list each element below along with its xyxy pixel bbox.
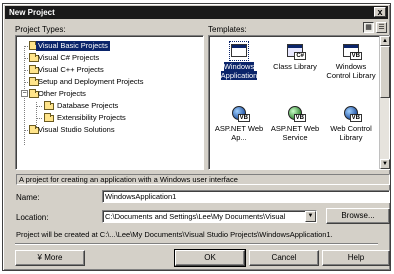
tree-connector — [37, 118, 42, 119]
divider — [15, 243, 378, 245]
location-label: Location: — [16, 213, 49, 222]
tree-item-label: Setup and Deployment Projects — [38, 77, 144, 86]
template-description: A project for creating an application wi… — [16, 174, 390, 185]
templates-list[interactable]: Windows Application C# Class Library VB … — [208, 35, 390, 170]
template-label: ASP.NET Web Ap... — [214, 124, 264, 142]
tree-item-label: Other Projects — [38, 89, 86, 98]
collapse-icon[interactable]: − — [21, 90, 28, 97]
new-project-dialog: New Project x Project Types: Templates: … — [2, 3, 391, 271]
aspnet-web-app-icon: VB — [230, 104, 250, 122]
windows-app-icon — [229, 41, 249, 61]
chevron-down-icon[interactable]: ▼ — [305, 211, 316, 222]
template-web-control-library[interactable]: VB Web Control Library — [323, 104, 379, 142]
tree-item-visual-csharp[interactable]: Visual C# Projects — [20, 53, 200, 63]
tree-item-setup-deployment[interactable]: Setup and Deployment Projects — [20, 77, 200, 87]
scroll-up-icon[interactable]: ▲ — [380, 36, 390, 46]
aspnet-web-service-icon: VB — [286, 104, 306, 122]
ok-button[interactable]: OK — [174, 249, 246, 267]
tree-item-label: Visual Studio Solutions — [38, 125, 115, 134]
more-button[interactable]: ¥ More — [15, 250, 85, 266]
template-label: Class Library — [273, 62, 317, 71]
title-bar: New Project x — [5, 6, 388, 19]
tree-item-label: Visual C++ Projects — [38, 65, 104, 74]
template-label: ASP.NET Web Service — [270, 124, 320, 142]
create-path-note: Project will be created at C:\...\Lee\My… — [16, 230, 333, 239]
web-control-library-icon: VB — [342, 104, 362, 122]
project-types-label: Project Types: — [15, 25, 66, 34]
control-library-icon: VB — [342, 42, 362, 60]
tree-item-label: Visual C# Projects — [38, 53, 100, 62]
template-aspnet-web-app[interactable]: VB ASP.NET Web Ap... — [211, 104, 267, 142]
name-input[interactable]: WindowsApplication1 — [102, 190, 390, 203]
tree-item-visual-studio-solutions[interactable]: Visual Studio Solutions — [20, 125, 200, 135]
name-label: Name: — [16, 193, 40, 202]
tree-item-database-projects[interactable]: Database Projects — [32, 101, 200, 111]
class-library-icon: C# — [286, 42, 306, 60]
template-label: Windows Application — [220, 62, 258, 80]
tree-item-visual-cpp[interactable]: Visual C++ Projects — [20, 65, 200, 75]
tree-connector — [37, 106, 42, 107]
location-combo[interactable]: C:\Documents and Settings\Lee\My Documen… — [102, 210, 317, 223]
close-icon[interactable]: x — [374, 7, 386, 17]
tree-item-visual-basic[interactable]: Visual Basic Projects — [20, 41, 200, 51]
folder-icon — [44, 101, 54, 110]
tree-item-other-projects[interactable]: − Other Projects — [20, 89, 200, 99]
tree-item-label: Extensibility Projects — [57, 113, 126, 122]
template-aspnet-web-service[interactable]: VB ASP.NET Web Service — [267, 104, 323, 142]
project-types-tree[interactable]: Visual Basic Projects Visual C# Projects… — [15, 35, 204, 170]
large-icons-view-icon[interactable]: ▦ — [363, 22, 374, 33]
tree-item-extensibility-projects[interactable]: Extensibility Projects — [32, 113, 200, 123]
help-button[interactable]: Help — [322, 250, 390, 266]
templates-scrollbar[interactable]: ▲ ▼ — [379, 36, 390, 169]
template-windows-application[interactable]: Windows Application — [211, 41, 267, 80]
cancel-button[interactable]: Cancel — [249, 250, 319, 266]
templates-label: Templates: — [208, 25, 247, 34]
folder-icon — [44, 113, 54, 122]
list-view-icon[interactable]: ☰ — [376, 22, 387, 33]
scroll-down-icon[interactable]: ▼ — [380, 159, 390, 169]
template-windows-control-library[interactable]: VB Windows Control Library — [323, 42, 379, 80]
template-class-library[interactable]: C# Class Library — [267, 42, 323, 71]
template-label: Web Control Library — [330, 124, 372, 142]
browse-button[interactable]: Browse... — [326, 208, 390, 224]
tree-item-label: Database Projects — [57, 101, 119, 110]
tree-item-label: Visual Basic Projects — [36, 41, 110, 51]
template-label: Windows Control Library — [326, 62, 376, 80]
dialog-title: New Project — [9, 8, 55, 17]
scroll-thumb[interactable] — [380, 46, 390, 98]
